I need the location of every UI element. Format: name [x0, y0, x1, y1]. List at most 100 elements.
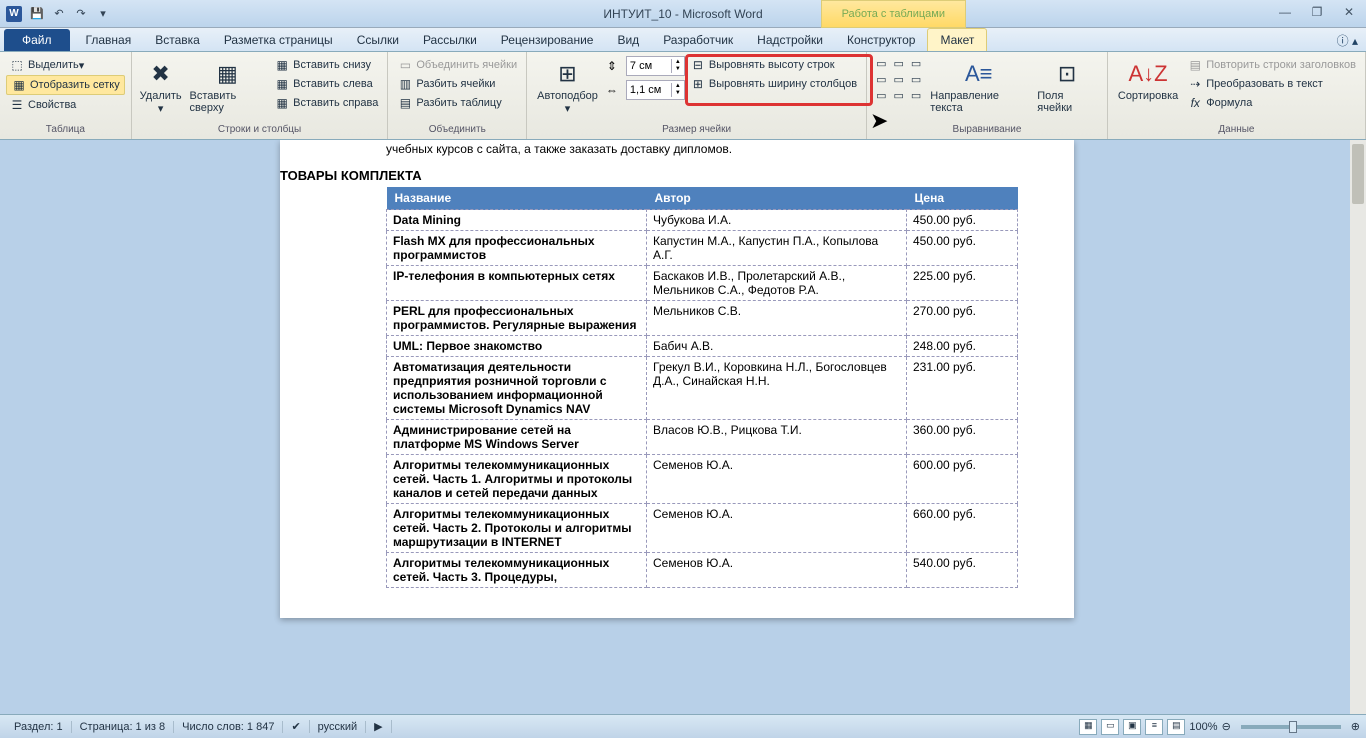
- text-direction-button[interactable]: A≡Направление текста: [926, 56, 1031, 116]
- header-name[interactable]: Название: [387, 187, 647, 210]
- cell-name[interactable]: Алгоритмы телекоммуникационных сетей. Ча…: [387, 455, 647, 504]
- align-tl[interactable]: ▭: [873, 56, 889, 71]
- save-icon[interactable]: 💾: [28, 5, 46, 23]
- tab-developer[interactable]: Разработчик: [651, 29, 745, 51]
- view-reading[interactable]: ▭: [1101, 719, 1119, 735]
- delete-button[interactable]: ✖Удалить▾: [138, 56, 184, 117]
- zoom-in-button[interactable]: ⊕: [1351, 720, 1360, 733]
- minimize-icon[interactable]: —: [1276, 5, 1294, 23]
- status-language[interactable]: русский: [310, 721, 366, 733]
- align-mr[interactable]: ▭: [908, 72, 924, 87]
- zoom-slider-thumb[interactable]: [1289, 721, 1297, 733]
- row-height-input[interactable]: ▲▼: [626, 56, 685, 76]
- close-icon[interactable]: ✕: [1340, 5, 1358, 23]
- view-outline[interactable]: ≡: [1145, 719, 1163, 735]
- distribute-rows-button[interactable]: ⊟Выровнять высоту строк: [687, 56, 860, 74]
- cell-name[interactable]: IP-телефония в компьютерных сетях: [387, 266, 647, 301]
- table-row[interactable]: Data MiningЧубукова И.А.450.00 руб.: [387, 210, 1018, 231]
- sort-button[interactable]: A↓ZСортировка: [1114, 56, 1182, 104]
- cell-author[interactable]: Баскаков И.В., Пролетарский А.В., Мельни…: [647, 266, 907, 301]
- table-row[interactable]: UML: Первое знакомствоБабич А.В.248.00 р…: [387, 336, 1018, 357]
- cell-price[interactable]: 450.00 руб.: [907, 231, 1018, 266]
- tab-references[interactable]: Ссылки: [345, 29, 411, 51]
- status-section[interactable]: Раздел: 1: [6, 721, 72, 733]
- header-price[interactable]: Цена: [907, 187, 1018, 210]
- tab-page-layout[interactable]: Разметка страницы: [212, 29, 345, 51]
- table-row[interactable]: IP-телефония в компьютерных сетяхБаскако…: [387, 266, 1018, 301]
- cell-author[interactable]: Семенов Ю.А.: [647, 455, 907, 504]
- paragraph-text[interactable]: учебных курсов с сайта, а также заказать…: [280, 140, 1074, 164]
- table-row[interactable]: Автоматизация деятельности предприятия р…: [387, 357, 1018, 420]
- table-row[interactable]: Flash MX для профессиональных программис…: [387, 231, 1018, 266]
- split-table-button[interactable]: ▤Разбить таблицу: [394, 94, 520, 112]
- view-web[interactable]: ▣: [1123, 719, 1141, 735]
- cell-price[interactable]: 225.00 руб.: [907, 266, 1018, 301]
- insert-right-button[interactable]: ▦Вставить справа: [271, 94, 381, 112]
- tab-insert[interactable]: Вставка: [143, 29, 212, 51]
- convert-to-text-button[interactable]: ⇢Преобразовать в текст: [1184, 75, 1359, 93]
- align-mc[interactable]: ▭: [890, 72, 906, 87]
- cell-margins-button[interactable]: ⊡Поля ячейки: [1033, 56, 1101, 116]
- cell-price[interactable]: 540.00 руб.: [907, 553, 1018, 588]
- tab-review[interactable]: Рецензирование: [489, 29, 606, 51]
- formula-button[interactable]: fxФормула: [1184, 94, 1359, 112]
- cell-author[interactable]: Семенов Ю.А.: [647, 553, 907, 588]
- tab-layout[interactable]: Макет: [927, 28, 987, 51]
- tab-mailings[interactable]: Рассылки: [411, 29, 489, 51]
- header-author[interactable]: Автор: [647, 187, 907, 210]
- distribute-cols-button[interactable]: ⊞Выровнять ширину столбцов: [687, 75, 860, 93]
- cell-name[interactable]: Алгоритмы телекоммуникационных сетей. Ча…: [387, 553, 647, 588]
- cell-price[interactable]: 248.00 руб.: [907, 336, 1018, 357]
- table-row[interactable]: Администрирование сетей на платформе MS …: [387, 420, 1018, 455]
- status-words[interactable]: Число слов: 1 847: [174, 721, 283, 733]
- tab-file[interactable]: Файл: [4, 29, 70, 51]
- zoom-out-button[interactable]: ⊖: [1222, 720, 1231, 733]
- insert-above-button[interactable]: ▦Вставить сверху: [186, 56, 270, 116]
- select-button[interactable]: ⬚Выделить ▾: [6, 56, 125, 74]
- cell-price[interactable]: 450.00 руб.: [907, 210, 1018, 231]
- vertical-scrollbar[interactable]: [1350, 140, 1366, 714]
- restore-icon[interactable]: ❐: [1308, 5, 1326, 23]
- cell-name[interactable]: Data Mining: [387, 210, 647, 231]
- table-header-row[interactable]: Название Автор Цена: [387, 187, 1018, 210]
- view-print-layout[interactable]: ▦: [1079, 719, 1097, 735]
- cell-price[interactable]: 360.00 руб.: [907, 420, 1018, 455]
- cell-name[interactable]: Администрирование сетей на платформе MS …: [387, 420, 647, 455]
- zoom-slider[interactable]: [1241, 725, 1341, 729]
- insert-below-button[interactable]: ▦Вставить снизу: [271, 56, 381, 74]
- document-page[interactable]: учебных курсов с сайта, а также заказать…: [280, 140, 1074, 618]
- cell-author[interactable]: Чубукова И.А.: [647, 210, 907, 231]
- cell-name[interactable]: Алгоритмы телекоммуникационных сетей. Ча…: [387, 504, 647, 553]
- qat-customize-icon[interactable]: ▾: [94, 5, 112, 23]
- cell-name[interactable]: Flash MX для профессиональных программис…: [387, 231, 647, 266]
- tab-view[interactable]: Вид: [605, 29, 651, 51]
- table-row[interactable]: Алгоритмы телекоммуникационных сетей. Ча…: [387, 504, 1018, 553]
- tab-home[interactable]: Главная: [74, 29, 144, 51]
- align-bc[interactable]: ▭: [890, 88, 906, 103]
- status-page[interactable]: Страница: 1 из 8: [72, 721, 175, 733]
- cell-author[interactable]: Семенов Ю.А.: [647, 504, 907, 553]
- cell-author[interactable]: Капустин М.А., Капустин П.А., Копылова А…: [647, 231, 907, 266]
- help-icon[interactable]: ⓘ ▴: [1337, 32, 1358, 49]
- autofit-button[interactable]: ⊞Автоподбор▾: [533, 56, 602, 117]
- col-width-input[interactable]: ▲▼: [626, 80, 685, 100]
- cell-price[interactable]: 270.00 руб.: [907, 301, 1018, 336]
- show-gridlines-button[interactable]: ▦Отобразить сетку: [6, 75, 125, 95]
- status-proofing-icon[interactable]: ✔: [283, 720, 309, 733]
- section-title[interactable]: ТОВАРЫ КОМПЛЕКТА: [280, 164, 1074, 187]
- cell-price[interactable]: 231.00 руб.: [907, 357, 1018, 420]
- redo-icon[interactable]: ↷: [72, 5, 90, 23]
- zoom-level[interactable]: 100%: [1189, 721, 1217, 733]
- properties-button[interactable]: ☰Свойства: [6, 96, 125, 114]
- view-draft[interactable]: ▤: [1167, 719, 1185, 735]
- tab-design[interactable]: Конструктор: [835, 29, 927, 51]
- cell-price[interactable]: 600.00 руб.: [907, 455, 1018, 504]
- cell-name[interactable]: PERL для профессиональных программистов.…: [387, 301, 647, 336]
- align-ml[interactable]: ▭: [873, 72, 889, 87]
- cell-name[interactable]: UML: Первое знакомство: [387, 336, 647, 357]
- tab-addins[interactable]: Надстройки: [745, 29, 835, 51]
- align-tc[interactable]: ▭: [890, 56, 906, 71]
- table-row[interactable]: Алгоритмы телекоммуникационных сетей. Ча…: [387, 553, 1018, 588]
- align-tr[interactable]: ▭: [908, 56, 924, 71]
- insert-left-button[interactable]: ▦Вставить слева: [271, 75, 381, 93]
